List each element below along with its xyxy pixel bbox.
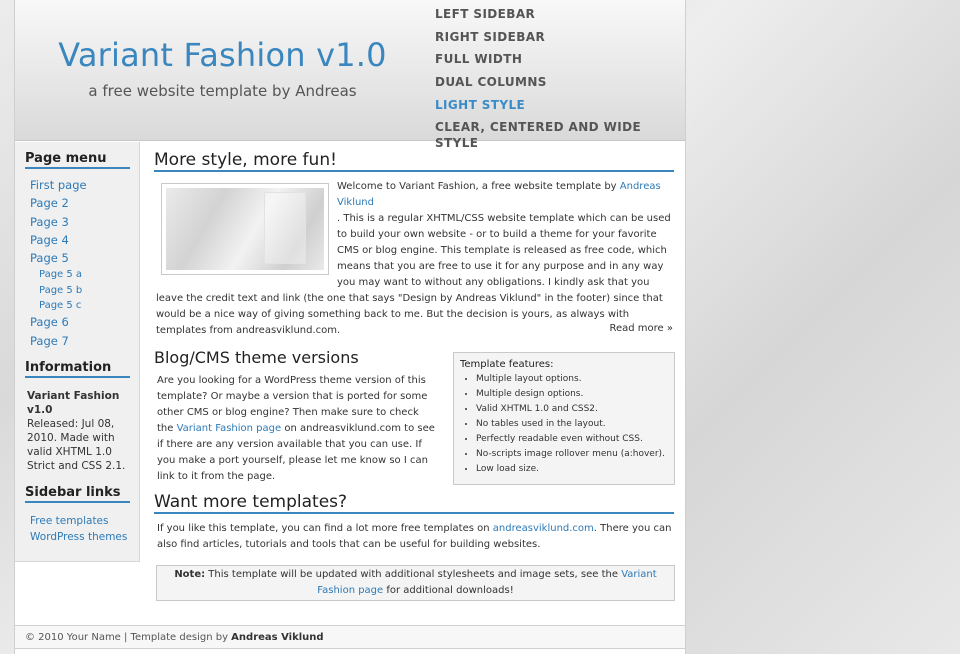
style-menu-light-style[interactable]: LIGHT STYLE <box>435 97 685 120</box>
information-text: Variant Fashion v1.0 Released: Jul 08, 2… <box>27 389 132 473</box>
information-heading: Information <box>25 360 130 378</box>
sidebar-links-heading: Sidebar links <box>25 485 130 503</box>
information-title: Variant Fashion v1.0 <box>27 390 120 416</box>
page-submenu-item[interactable]: Page 5 b <box>30 284 87 299</box>
sidebar-link-wordpress-themes[interactable]: WordPress themes <box>30 529 127 545</box>
style-menu-clear-style[interactable]: CLEAR, CENTERED AND WIDE STYLE <box>435 119 685 150</box>
feature-item: Perfectly readable even without CSS. <box>476 432 668 447</box>
section-heading-more-templates: Want more templates? <box>154 492 674 514</box>
page-menu: First page Page 2 Page 3 Page 4 Page 5 P… <box>30 177 87 351</box>
note-text-after: for additional downloads! <box>383 585 514 596</box>
feature-item: No tables used in the layout. <box>476 417 668 432</box>
style-menu: LEFT SIDEBAR RIGHT SIDEBAR FULL WIDTH DU… <box>435 6 685 150</box>
page-menu-heading: Page menu <box>25 151 130 169</box>
footer: © 2010 Your Name | Template design by An… <box>15 625 685 649</box>
site-title[interactable]: Variant Fashion v1.0 <box>15 36 430 74</box>
information-details: Released: Jul 08, 2010. Made with valid … <box>27 418 126 472</box>
footer-author[interactable]: Andreas Viklund <box>231 632 323 643</box>
page-menu-item[interactable]: Page 3 <box>30 214 87 232</box>
page-menu-item[interactable]: Page 2 <box>30 195 87 213</box>
style-menu-left-sidebar[interactable]: LEFT SIDEBAR <box>435 6 685 29</box>
site-slogan: a free website template by Andreas <box>88 82 357 100</box>
page-menu-item[interactable]: Page 4 <box>30 232 87 250</box>
footer-text: © 2010 Your Name | Template design by <box>25 632 232 643</box>
more-templates-text-before: If you like this template, you can find … <box>157 523 493 534</box>
page-submenu-item[interactable]: Page 5 c <box>30 299 87 314</box>
page-container: Variant Fashion v1.0 a free website temp… <box>14 0 686 654</box>
feature-item: Valid XHTML 1.0 and CSS2. <box>476 402 668 417</box>
page-menu-item[interactable]: Page 7 <box>30 333 87 351</box>
style-menu-dual-columns[interactable]: DUAL COLUMNS <box>435 74 685 97</box>
page-menu-item[interactable]: First page <box>30 177 87 195</box>
intro-text-body: . This is a regular XHTML/CSS website te… <box>156 211 674 339</box>
section-heading-more-style: More style, more fun! <box>154 150 674 172</box>
read-more-link[interactable]: Read more » <box>609 321 673 337</box>
section-heading-blog-cms: Blog/CMS theme versions <box>154 348 359 367</box>
page-submenu-item[interactable]: Page 5 a <box>30 268 87 283</box>
style-menu-right-sidebar[interactable]: RIGHT SIDEBAR <box>435 29 685 52</box>
page-menu-item[interactable]: Page 6 <box>30 314 87 332</box>
note-box: Note: This template will be updated with… <box>156 565 675 601</box>
intro-text-top: Welcome to Variant Fashion, a free websi… <box>337 179 672 211</box>
sidebar: Page menu First page Page 2 Page 3 Page … <box>15 142 140 562</box>
more-templates-text: If you like this template, you can find … <box>157 521 675 553</box>
sidebar-link-free-templates[interactable]: Free templates <box>30 513 127 529</box>
variant-fashion-page-link[interactable]: Variant Fashion page <box>177 423 282 434</box>
features-list: Multiple layout options. Multiple design… <box>460 372 668 477</box>
features-title: Template features: <box>460 359 554 370</box>
sidebar-links: Free templates WordPress themes <box>30 513 127 545</box>
page-menu-item[interactable]: Page 5 <box>30 250 87 268</box>
feature-item: No-scripts image rollover menu (a:hover)… <box>476 447 668 462</box>
style-menu-full-width[interactable]: FULL WIDTH <box>435 51 685 74</box>
header: Variant Fashion v1.0 a free website temp… <box>15 0 685 150</box>
feature-item: Multiple design options. <box>476 387 668 402</box>
andreasviklund-link[interactable]: andreasviklund.com <box>493 523 594 534</box>
template-features-box: Template features: Multiple layout optio… <box>453 352 675 485</box>
feature-item: Multiple layout options. <box>476 372 668 387</box>
blog-cms-text: Are you looking for a WordPress theme ve… <box>157 373 435 485</box>
intro-text-before: Welcome to Variant Fashion, a free websi… <box>337 181 620 192</box>
note-label: Note: <box>174 569 206 580</box>
feature-item: Low load size. <box>476 462 668 477</box>
note-text-before: This template will be updated with addit… <box>205 569 622 580</box>
